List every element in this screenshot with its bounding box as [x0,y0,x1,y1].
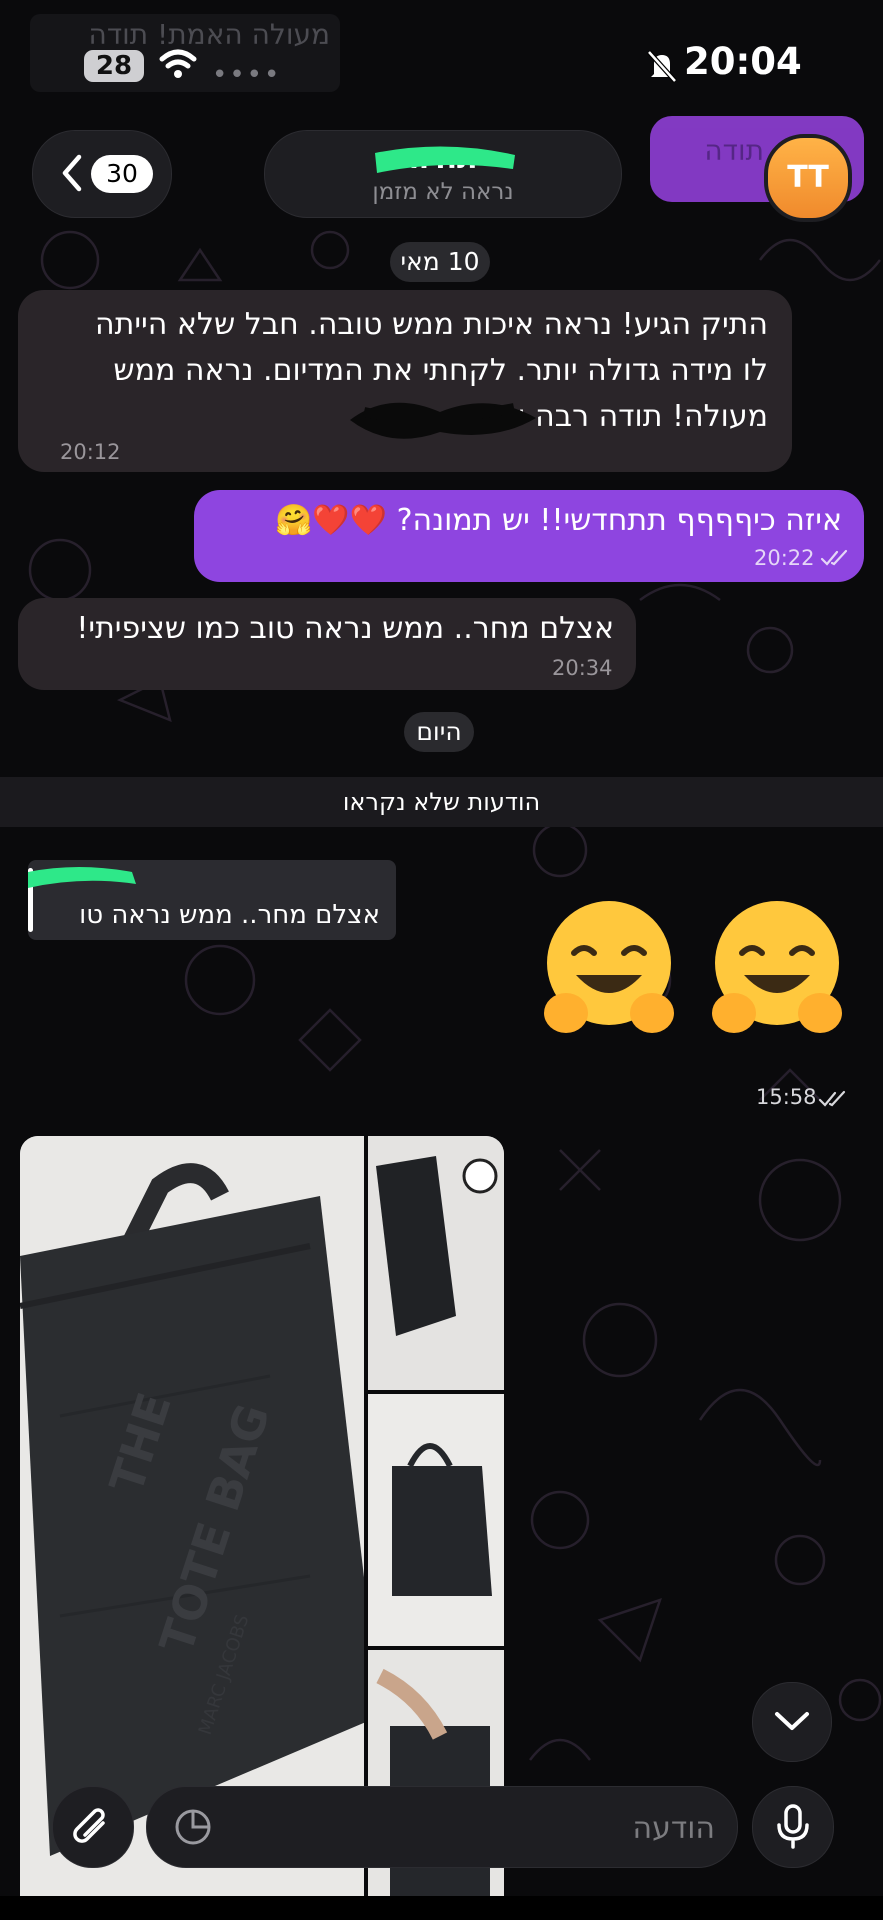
incoming-message[interactable]: התיק הגיע! נראה איכות ממש טובה. חבל שלא … [18,290,792,472]
avatar[interactable]: TT [764,134,852,222]
status-bar: מעולה האמת! תודה 28 •••• 20:04 [0,0,883,130]
message-line: התיק הגיע! נראה איכות ממש טובה. חבל שלא … [95,307,768,342]
unread-messages-divider: הודעות שלא נקראו [0,777,883,827]
message-time: 20:22 [754,546,815,570]
message-input[interactable] [227,1787,717,1869]
paperclip-icon [73,1808,105,1843]
message-time: 20:34 [552,656,613,680]
battery-indicator: 28 [84,50,144,82]
sticker-icon[interactable] [173,1807,213,1847]
chevron-down-icon [775,1712,809,1730]
peek-text: תודה [704,134,764,167]
incoming-message[interactable]: אצלם מחר.. ממש נראה טוב כמו שציפיתי! 20:… [18,598,636,690]
double-check-icon [818,1090,846,1107]
signal-dots: •••• [212,60,282,90]
scroll-to-bottom-button[interactable] [752,1682,832,1762]
double-check-icon [820,549,848,566]
unread-count-badge: 30 [91,155,153,193]
redaction-scribble [28,867,136,888]
reply-quoted-text: אצלם מחר.. ממש נראה טו [79,900,380,930]
hugging-face-emoji [712,901,842,1033]
wifi-icon [159,49,197,78]
message-text: אצלם מחר.. ממש נראה טוב כמו שציפיתי! [76,611,614,646]
redaction-scribble [350,402,536,439]
message-line: לו מידה גדולה יותר. לקחתי את המדיום. נרא… [113,353,768,388]
attach-button[interactable] [52,1786,134,1868]
microphone-icon [777,1804,809,1849]
date-chip: 10 מאי [390,242,490,282]
outgoing-message[interactable]: איזה כיףףףף תתחדשי!! יש תמונה? ❤️❤️🤗 20:… [194,490,864,582]
home-indicator-area [0,1896,883,1920]
message-time: 15:58 [756,1085,817,1109]
microphone-button[interactable] [752,1786,834,1868]
message-input-container[interactable] [146,1786,738,1869]
reply-quote[interactable]: אצלם מחר.. ממש נראה טו [28,860,396,940]
redaction-scribble [375,146,515,173]
bell-mute-icon [647,50,677,83]
back-button[interactable]: 30 [32,130,172,218]
message-time: 20:12 [60,440,121,464]
message-text: איזה כיףףףף תתחדשי!! יש תמונה? ❤️❤️🤗 [274,503,842,538]
faded-overlay-text: מעולה האמת! תודה [88,18,330,51]
last-seen-status: נראה לא מזמן [372,179,514,205]
chat-title[interactable]: תודה נראה לא מזמן [264,130,622,218]
date-chip: היום [404,712,474,752]
hugging-face-emoji [544,901,674,1033]
clock: 20:04 [684,40,802,83]
chevron-left-icon [62,154,82,192]
